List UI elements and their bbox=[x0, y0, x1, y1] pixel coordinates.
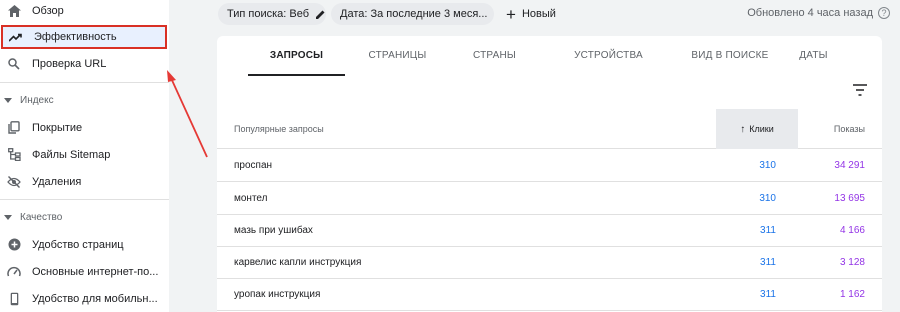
sidebar-item-url-inspection[interactable]: Проверка URL bbox=[0, 50, 169, 77]
table-header: Популярные запросы ↑ Клики Показы bbox=[217, 109, 882, 149]
tab-pages[interactable]: СТРАНИЦЫ bbox=[350, 36, 445, 75]
section-title: Индекс bbox=[20, 94, 54, 106]
impressions-cell: 3 128 bbox=[839, 257, 865, 268]
sort-arrow-up-icon: ↑ bbox=[740, 123, 746, 135]
sidebar-item-coverage[interactable]: Покрытие bbox=[0, 114, 169, 141]
sidebar-item-label: Основные интернет-по... bbox=[32, 265, 159, 278]
sidebar-item-mobile-usability[interactable]: Удобство для мобильн... bbox=[0, 285, 169, 312]
sidebar-item-overview[interactable]: Обзор bbox=[0, 0, 169, 24]
smartphone-icon bbox=[7, 292, 21, 306]
search-icon bbox=[7, 57, 21, 71]
query-cell: монтел bbox=[234, 193, 268, 204]
add-circle-icon bbox=[7, 238, 21, 252]
sidebar-item-label: Удобство страниц bbox=[32, 238, 124, 251]
date-chip[interactable]: Дата: За последние 3 меся... bbox=[331, 3, 494, 25]
plus-icon: + bbox=[506, 4, 516, 24]
clicks-cell: 311 bbox=[760, 289, 776, 300]
tab-search-appearance[interactable]: ВИД В ПОИСКЕ bbox=[669, 36, 791, 75]
chip-label: Тип поиска: Веб bbox=[227, 8, 310, 20]
sidebar-item-label: Эффективность bbox=[34, 31, 117, 43]
tab-devices[interactable]: УСТРОЙСТВА bbox=[552, 36, 665, 75]
last-updated-text: Обновлено 4 часа назад bbox=[747, 7, 873, 19]
section-title: Качество bbox=[20, 211, 63, 223]
sidebar-item-sitemaps[interactable]: Файлы Sitemap bbox=[0, 141, 169, 168]
tab-countries[interactable]: СТРАНЫ bbox=[454, 36, 535, 75]
copy-icon bbox=[7, 121, 21, 135]
table-row[interactable]: монтел 310 13 695 bbox=[217, 182, 882, 215]
column-header-clicks[interactable]: ↑ Клики bbox=[716, 109, 798, 149]
query-cell: проспан bbox=[234, 160, 273, 171]
trending-up-icon bbox=[9, 30, 23, 44]
clicks-cell: 310 bbox=[759, 193, 776, 204]
home-icon bbox=[7, 4, 21, 18]
sidebar-item-label: Покрытие bbox=[32, 121, 83, 134]
help-icon[interactable]: ? bbox=[878, 7, 890, 19]
clicks-cell: 310 bbox=[759, 160, 776, 171]
sidebar-item-page-experience[interactable]: Удобство страниц bbox=[0, 231, 169, 258]
last-updated: Обновлено 4 часа назад ? bbox=[747, 7, 890, 19]
tab-dates[interactable]: ДАТЫ bbox=[791, 36, 836, 75]
filter-icon[interactable] bbox=[853, 83, 867, 96]
sidebar-item-removals[interactable]: Удаления bbox=[0, 168, 169, 195]
edit-icon[interactable] bbox=[493, 9, 494, 20]
dimension-tabs: ЗАПРОСЫ СТРАНИЦЫ СТРАНЫ УСТРОЙСТВА ВИД В… bbox=[217, 36, 882, 76]
sitemap-icon bbox=[7, 148, 21, 162]
column-header-clicks-label: Клики bbox=[749, 124, 774, 134]
impressions-cell: 4 166 bbox=[839, 225, 865, 236]
new-filter-label: Новый bbox=[521, 8, 556, 20]
sidebar-item-core-web-vitals[interactable]: Основные интернет-по... bbox=[0, 258, 169, 285]
sidebar-item-performance[interactable]: Эффективность bbox=[1, 25, 167, 49]
divider bbox=[0, 199, 169, 200]
collapse-icon bbox=[4, 214, 12, 220]
tab-queries[interactable]: ЗАПРОСЫ bbox=[248, 36, 345, 76]
impressions-cell: 1 162 bbox=[839, 289, 865, 300]
table-row[interactable]: проспан 310 34 291 bbox=[217, 149, 882, 182]
section-header-index[interactable]: Индекс bbox=[0, 90, 169, 110]
impressions-cell: 13 695 bbox=[834, 193, 865, 204]
sidebar-item-label: Проверка URL bbox=[32, 57, 107, 70]
clicks-cell: 311 bbox=[760, 257, 776, 268]
query-cell: уропак инструкция bbox=[234, 289, 321, 300]
sidebar-item-label: Обзор bbox=[32, 4, 64, 17]
new-filter-button[interactable]: + Новый bbox=[506, 4, 556, 24]
divider bbox=[0, 82, 169, 83]
impressions-cell: 34 291 bbox=[834, 160, 865, 171]
sidebar-item-label: Удаления bbox=[32, 175, 82, 188]
section-header-quality[interactable]: Качество bbox=[0, 207, 169, 227]
table-row[interactable]: мазь при ушибах 311 4 166 bbox=[217, 214, 882, 247]
table-row[interactable]: карвелис капли инструкция 311 3 128 bbox=[217, 246, 882, 279]
edit-icon[interactable] bbox=[315, 9, 326, 20]
sidebar-item-label: Файлы Sitemap bbox=[32, 148, 111, 161]
speed-icon bbox=[7, 265, 21, 279]
search-type-chip[interactable]: Тип поиска: Веб bbox=[218, 3, 326, 25]
performance-card: ЗАПРОСЫ СТРАНИЦЫ СТРАНЫ УСТРОЙСТВА ВИД В… bbox=[217, 36, 882, 312]
sidebar: Обзор Эффективность Проверка URL Индекс … bbox=[0, 0, 169, 312]
sidebar-item-label: Удобство для мобильн... bbox=[32, 292, 158, 305]
chip-label: Дата: За последние 3 меся... bbox=[340, 8, 488, 20]
clicks-cell: 311 bbox=[760, 225, 776, 236]
query-cell: мазь при ушибах bbox=[234, 225, 313, 236]
column-header-query: Популярные запросы bbox=[234, 124, 324, 134]
table-row[interactable]: уропак инструкция 311 1 162 bbox=[217, 278, 882, 311]
eye-off-icon bbox=[7, 175, 21, 189]
column-header-impressions[interactable]: Показы bbox=[834, 124, 865, 134]
query-cell: карвелис капли инструкция bbox=[234, 257, 362, 268]
collapse-icon bbox=[4, 97, 12, 103]
